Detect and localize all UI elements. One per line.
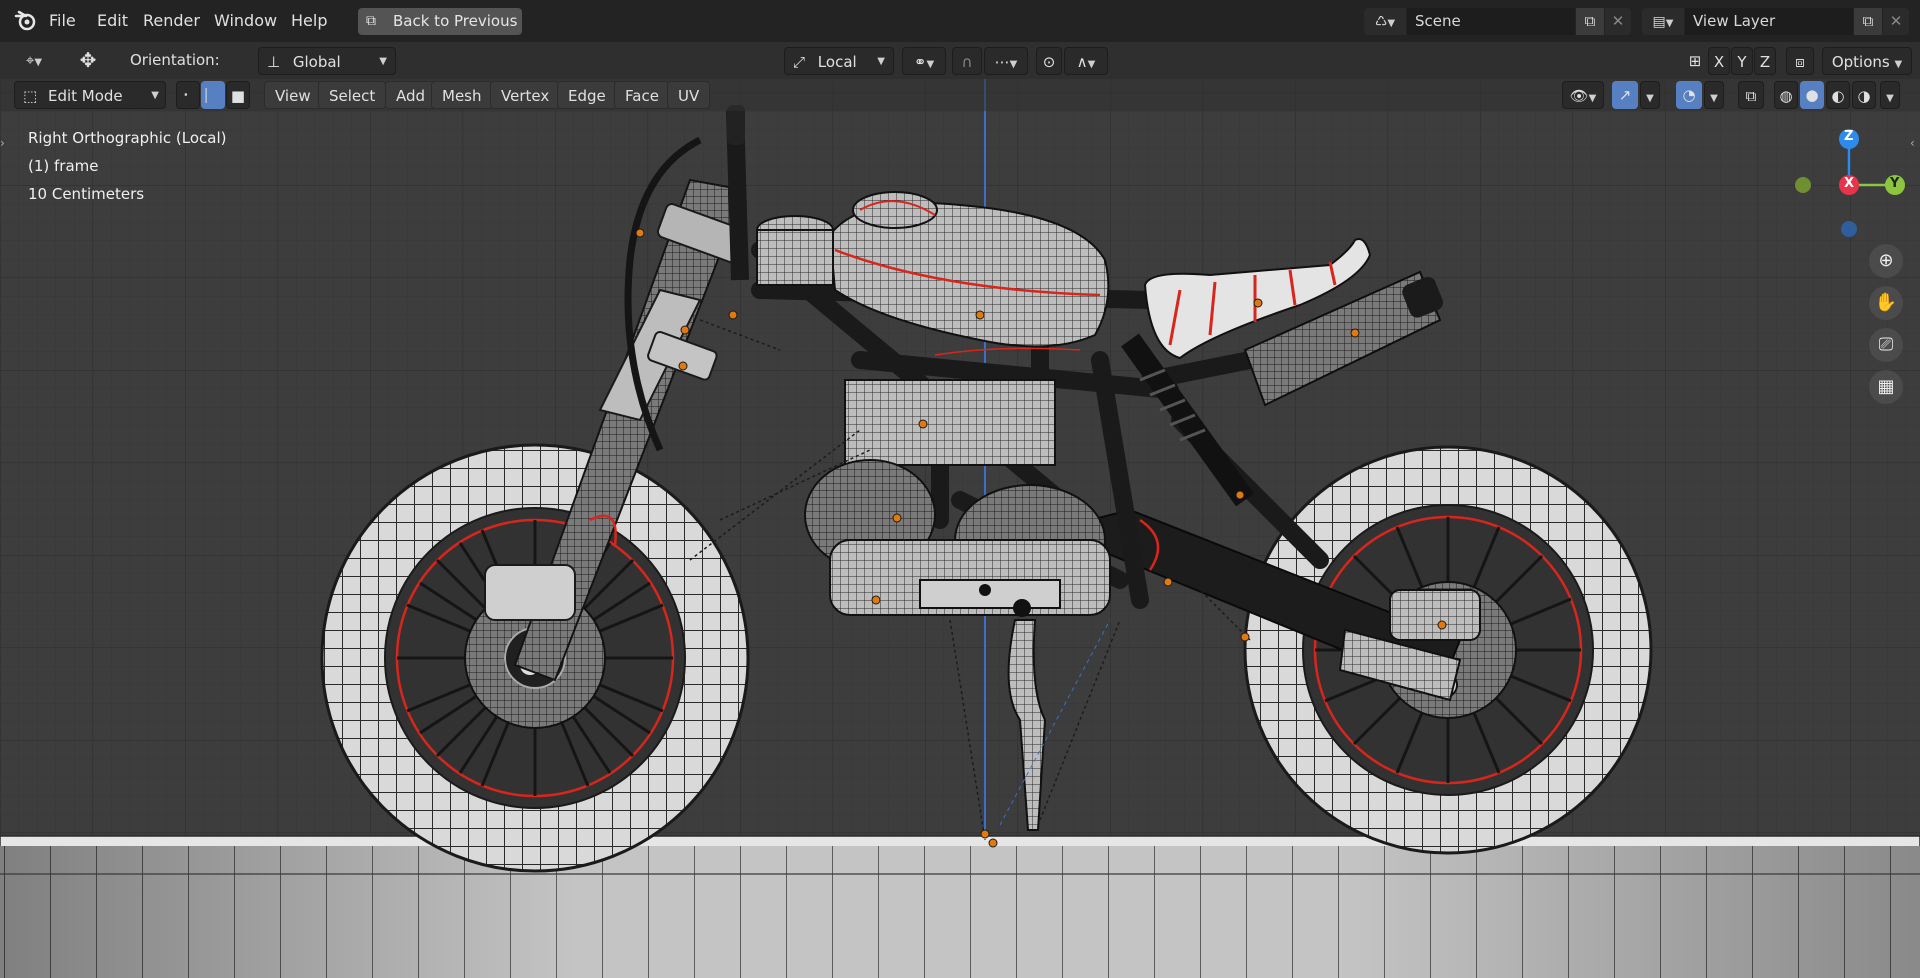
proportional-edit-icon[interactable]: ⊙ — [1036, 47, 1062, 75]
mode-dropdown[interactable]: ⬚ Edit Mode ▼ — [14, 81, 166, 109]
remove-view-layer-icon[interactable]: ✕ — [1883, 8, 1909, 35]
orientation-dropdown[interactable]: ⊥ Global ▼ — [258, 47, 396, 75]
chevron-down-icon[interactable]: ▼ — [1880, 81, 1900, 109]
chevron-down-icon: ▼ — [1387, 18, 1396, 29]
menu-mesh[interactable]: Mesh — [431, 81, 493, 109]
object-name: (1) frame — [28, 157, 99, 175]
top-menu-bar: File Edit Render Window Help ⧉ Back to P… — [0, 0, 1920, 42]
rendered-shading-icon[interactable]: ◑ — [1852, 81, 1876, 109]
chevron-down-icon: ▼ — [877, 56, 885, 67]
new-scene-icon[interactable]: ⧉ — [1576, 8, 1604, 35]
pivot-value: Local — [817, 53, 857, 71]
mirror-z-button[interactable]: Z — [1754, 47, 1776, 75]
falloff-curve-icon[interactable]: ∧▼ — [1064, 47, 1108, 75]
chevron-down-icon: ▼ — [1894, 59, 1903, 70]
gizmo-y-label: Y — [1890, 176, 1900, 191]
gizmo-z-label: Z — [1844, 129, 1854, 144]
options-label: Options — [1831, 53, 1890, 71]
edit-mode-icon: ⬚ — [23, 87, 38, 105]
chevron-down-icon: ▼ — [151, 90, 159, 101]
pivot-point-dropdown[interactable]: ⤢ Local ▼ — [784, 47, 894, 75]
xray-toggle-icon[interactable]: ⧉ — [1738, 81, 1764, 109]
viewport-info: Right Orthographic (Local) (1) frame 10 … — [28, 124, 226, 208]
remove-scene-icon[interactable]: ✕ — [1605, 8, 1631, 35]
floor-plane — [0, 835, 1920, 978]
menu-edge[interactable]: Edge — [557, 81, 617, 109]
view-layer-browse-button[interactable]: ▤▼ — [1642, 8, 1684, 35]
menu-file[interactable]: File — [49, 0, 76, 42]
mirror-x-button[interactable]: X — [1708, 47, 1730, 75]
tool-select-icon[interactable]: ⌖▼ — [14, 46, 54, 74]
options-dropdown[interactable]: Options ▼ — [1822, 47, 1912, 75]
menu-add[interactable]: Add — [385, 81, 437, 109]
menu-select[interactable]: Select — [318, 81, 387, 109]
gizmo-x-label: X — [1844, 176, 1855, 191]
menu-render[interactable]: Render — [143, 0, 200, 42]
pan-hand-icon[interactable]: ✋ — [1869, 286, 1903, 320]
viewport-header: ⬚ Edit Mode ▼ ⠂ ⎸ ■ View Select Add Mesh… — [0, 79, 1920, 111]
scene-name-field[interactable]: Scene — [1407, 8, 1575, 35]
chevron-down-icon: ▼ — [379, 56, 387, 67]
snap-increment-icon[interactable]: ⋯▼ — [984, 47, 1028, 75]
menu-face[interactable]: Face — [614, 81, 670, 109]
snap-magnet-icon[interactable]: ∩ — [952, 47, 982, 75]
sidebar-expand-icon[interactable]: ‹ — [1910, 136, 1920, 156]
material-shading-icon[interactable]: ◐ — [1826, 81, 1850, 109]
back-to-previous-button[interactable]: ⧉ Back to Previous — [358, 8, 522, 35]
menu-window[interactable]: Window — [214, 0, 277, 42]
menu-view[interactable]: View — [264, 81, 322, 109]
mirror-y-button[interactable]: Y — [1731, 47, 1753, 75]
back-to-previous-label: Back to Previous — [393, 12, 518, 30]
scene-browse-button[interactable]: ♺▼ — [1364, 8, 1406, 35]
menu-vertex[interactable]: Vertex — [490, 81, 561, 109]
chevron-down-icon: ▼ — [1665, 18, 1674, 29]
overlays-icon[interactable]: ◔ — [1676, 81, 1702, 109]
mode-value: Edit Mode — [47, 87, 123, 105]
neg-z-axis-handle — [1841, 221, 1857, 237]
view-layer-icon: ▤ — [1652, 14, 1666, 30]
orientation-label: Orientation: — [130, 51, 220, 69]
neg-y-axis-handle — [1795, 177, 1811, 193]
proportional-link-icon[interactable]: ⚭▼ — [902, 47, 946, 75]
grid-scale: 10 Centimeters — [28, 185, 145, 203]
mirror-icon[interactable]: ⊞ — [1684, 47, 1706, 75]
transform-move-icon[interactable]: ✥ — [70, 46, 106, 74]
toolbar-expand-icon[interactable]: › — [0, 136, 10, 156]
tool-settings-header: ⌖▼ ✥ Orientation: ⊥ Global ▼ ⤢ Local ▼ ⚭… — [0, 42, 1920, 79]
chevron-down-icon[interactable]: ▼ — [1640, 81, 1660, 109]
blender-logo-icon[interactable] — [12, 0, 40, 42]
vertex-select-icon[interactable]: ⠂ — [176, 81, 200, 109]
menu-help[interactable]: Help — [291, 0, 327, 42]
visibility-eye-icon[interactable]: 👁▼ — [1562, 81, 1604, 109]
screen-back-icon: ⧉ — [366, 13, 376, 29]
chevron-down-icon[interactable]: ▼ — [1704, 81, 1724, 109]
gizmo-icon[interactable]: ↗ — [1612, 81, 1638, 109]
viewport-canvas[interactable] — [0, 79, 1920, 978]
new-view-layer-icon[interactable]: ⧉ — [1854, 8, 1882, 35]
menu-edit[interactable]: Edit — [97, 0, 128, 42]
camera-view-icon[interactable]: ⎚ — [1869, 328, 1903, 362]
view-layer-name-field[interactable]: View Layer — [1685, 8, 1853, 35]
zoom-icon[interactable]: ⊕ — [1869, 244, 1903, 278]
wireframe-shading-icon[interactable]: ◍ — [1774, 81, 1798, 109]
auto-merge-icon[interactable]: ⧈ — [1786, 47, 1814, 75]
solid-shading-icon[interactable]: ● — [1800, 81, 1824, 109]
menu-uv[interactable]: UV — [667, 81, 711, 109]
orientation-value: Global — [292, 53, 341, 71]
face-select-icon[interactable]: ■ — [226, 81, 250, 109]
scene-icon: ♺ — [1374, 14, 1388, 30]
pivot-icon: ⤢ — [793, 53, 806, 71]
perspective-grid-icon[interactable]: ▦ — [1869, 370, 1903, 404]
view-name: Right Orthographic (Local) — [28, 129, 227, 147]
navigation-gizmo[interactable]: Z X Y — [1780, 125, 1910, 245]
global-axes-icon: ⊥ — [267, 53, 281, 71]
edge-select-icon[interactable]: ⎸ — [201, 81, 225, 109]
3d-viewport[interactable] — [0, 79, 1920, 978]
